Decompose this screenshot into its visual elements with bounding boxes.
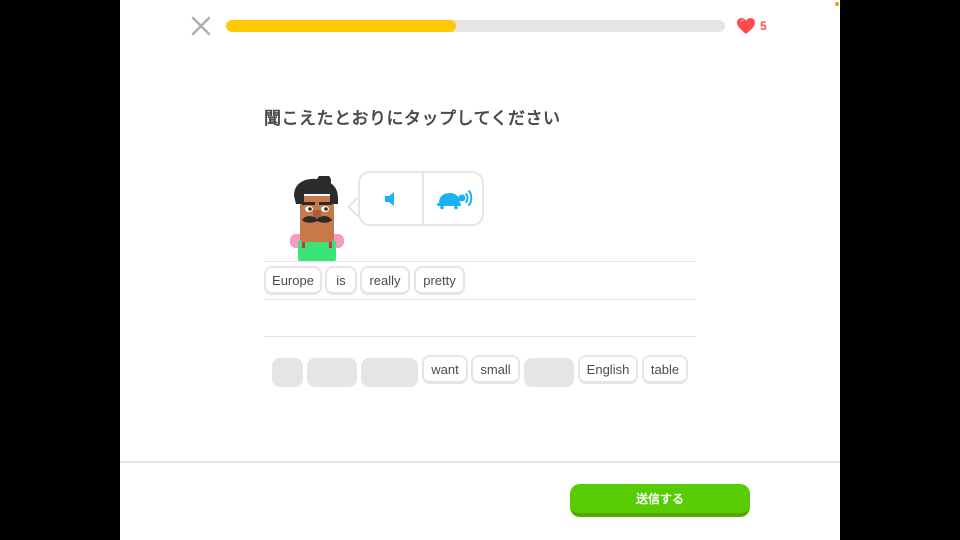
challenge-prompt: 聞こえたとおりにタップしてください xyxy=(264,109,561,128)
word-bank-slot-empty xyxy=(272,358,303,387)
answer-tile[interactable]: is xyxy=(325,266,357,295)
word-bank-slot-empty xyxy=(524,358,574,387)
answer-line-top xyxy=(264,261,696,262)
word-bank-slot-empty xyxy=(307,358,357,387)
submit-button[interactable]: 送信する xyxy=(570,484,750,517)
answer-tile[interactable]: pretty xyxy=(414,266,465,295)
word-bank-tile[interactable]: English xyxy=(578,355,638,384)
word-bank-tile[interactable]: small xyxy=(471,355,520,384)
character-avatar xyxy=(284,174,350,262)
close-icon[interactable] xyxy=(190,15,212,37)
word-bank-tile[interactable]: want xyxy=(422,355,468,384)
lesson-screen: 5 聞こえたとおりにタップしてください Europe is really pre… xyxy=(120,0,840,540)
answer-tile[interactable]: Europe xyxy=(264,266,322,295)
audio-bubble xyxy=(358,171,484,226)
speaker-icon[interactable] xyxy=(360,173,422,224)
footer-divider xyxy=(120,461,840,463)
word-bank-slot-empty xyxy=(361,358,418,387)
answer-line-middle xyxy=(264,299,696,300)
answer-tile[interactable]: really xyxy=(360,266,410,295)
progress-bar-fill xyxy=(226,20,456,32)
hearts-count: 5 xyxy=(760,19,767,33)
heart-icon xyxy=(736,17,756,35)
notification-dot xyxy=(835,2,839,6)
turtle-slow-icon[interactable] xyxy=(422,173,486,224)
answer-line-bottom xyxy=(264,336,696,337)
word-bank-tile[interactable]: table xyxy=(642,355,688,384)
progress-bar xyxy=(226,20,725,32)
